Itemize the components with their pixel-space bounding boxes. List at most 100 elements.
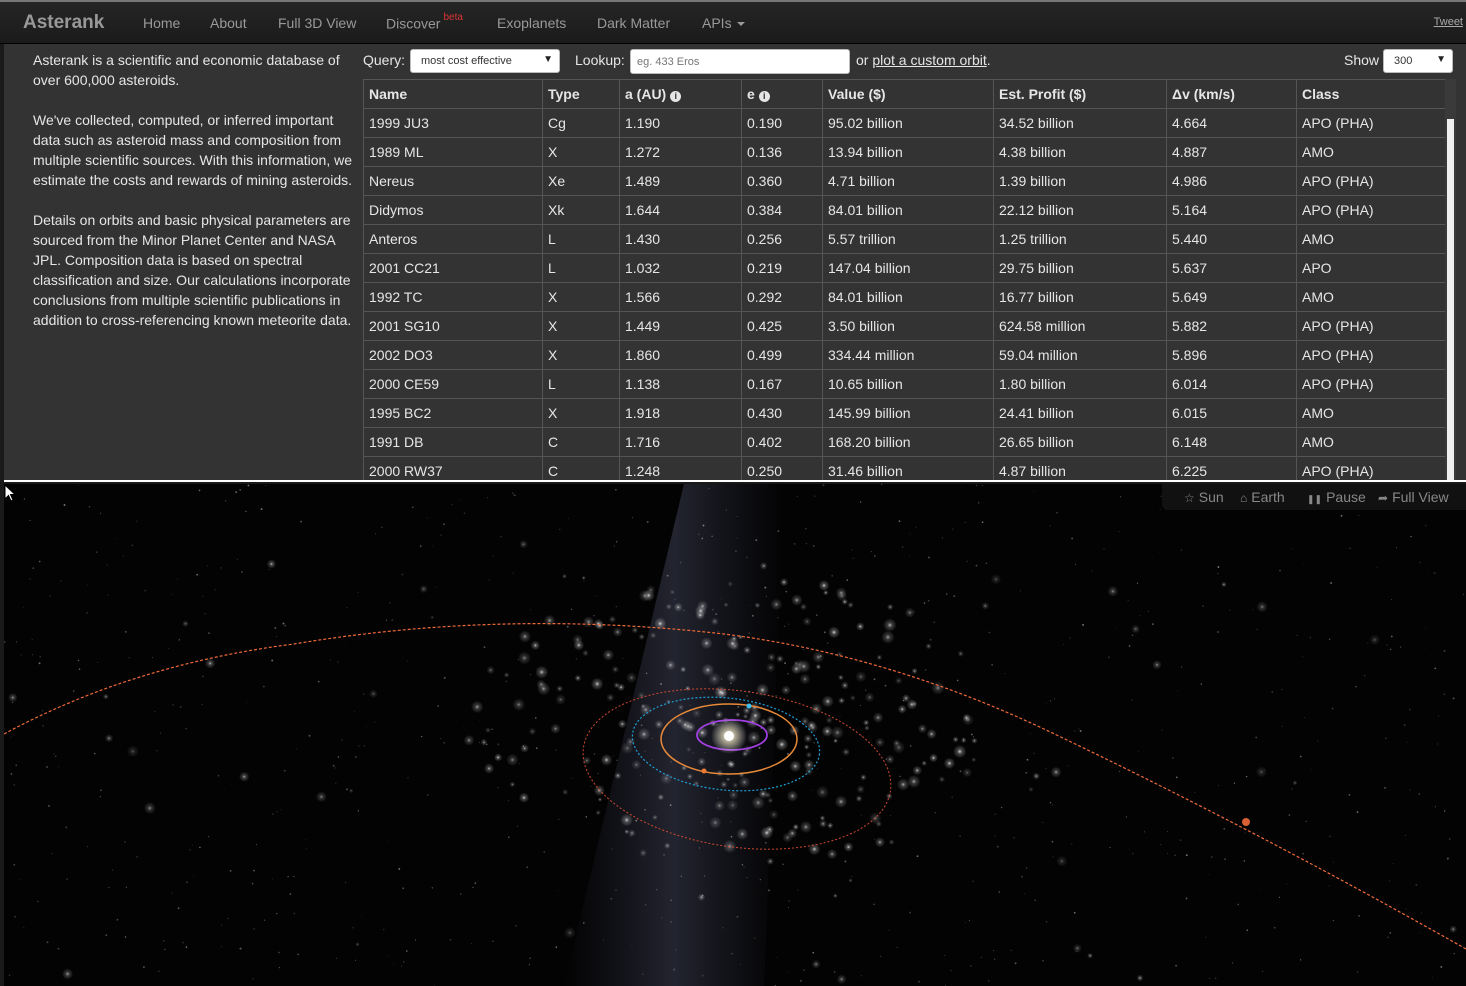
nav-about[interactable]: About bbox=[210, 15, 247, 31]
background-star bbox=[407, 660, 409, 662]
orbit-3d-view[interactable]: ☆ Sun ⌂ Earth ❚❚ Pause ➦ Full View bbox=[4, 484, 1466, 986]
background-star bbox=[951, 796, 954, 799]
table-row[interactable]: 1991 DB C 1.716 0.402 168.20 billion 26.65 bi… bbox=[363, 427, 1445, 457]
background-star bbox=[1302, 656, 1304, 658]
table-row[interactable]: 2000 RW37 C 1.248 0.250 31.46 billion 4.87 bi… bbox=[363, 456, 1445, 480]
background-star bbox=[172, 704, 174, 706]
cell-delta-v: 6.014 bbox=[1166, 369, 1297, 399]
background-star bbox=[555, 946, 558, 948]
background-star bbox=[1256, 628, 1258, 630]
nav-dark-matter[interactable]: Dark Matter bbox=[597, 15, 670, 31]
col-header-profit[interactable]: Est. Profit ($) bbox=[993, 79, 1167, 109]
asteroid-point bbox=[726, 637, 739, 650]
scrollbar-thumb[interactable] bbox=[1447, 119, 1454, 480]
table-row[interactable]: 1995 BC2 X 1.918 0.430 145.99 billion 24.41 b… bbox=[363, 398, 1445, 428]
asteroid-point bbox=[543, 614, 556, 627]
info-icon[interactable]: i bbox=[758, 91, 770, 102]
background-star bbox=[1273, 926, 1276, 929]
asteroid-point bbox=[849, 695, 856, 701]
full-view-button[interactable]: ➦ Full View bbox=[1378, 489, 1449, 505]
background-star bbox=[884, 684, 887, 687]
nav-apis-dropdown[interactable]: APIs bbox=[702, 15, 745, 31]
plot-custom-orbit-link[interactable]: plot a custom orbit bbox=[872, 52, 986, 68]
asteroid-point bbox=[926, 728, 937, 740]
table-row[interactable]: Didymos Xk 1.644 0.384 84.01 billion 22.12 bi… bbox=[363, 195, 1445, 225]
background-star bbox=[964, 922, 966, 924]
asteroid-point bbox=[808, 843, 821, 856]
table-row[interactable]: 1999 JU3 Cg 1.190 0.190 95.02 billion 34.52 b… bbox=[363, 108, 1445, 138]
table-row[interactable]: 2001 SG10 X 1.449 0.425 3.50 billion 624.58 m… bbox=[363, 311, 1445, 341]
table-row[interactable]: Anteros L 1.430 0.256 5.57 trillion 1.25 tril… bbox=[363, 224, 1445, 254]
background-star bbox=[755, 539, 758, 542]
nav-exoplanets[interactable]: Exoplanets bbox=[497, 15, 566, 31]
background-star bbox=[99, 512, 102, 514]
table-row[interactable]: 1989 ML X 1.272 0.136 13.94 billion 4.38 bill… bbox=[363, 137, 1445, 167]
cell-type: X bbox=[542, 311, 620, 341]
query-select[interactable]: most cost effective ▼ bbox=[410, 49, 560, 73]
show-count-select[interactable]: 300 ▼ bbox=[1383, 49, 1453, 73]
nav-discover[interactable]: Discover beta bbox=[386, 12, 463, 32]
table-row[interactable]: 2001 CC21 L 1.032 0.219 147.04 billion 29.75 … bbox=[363, 253, 1445, 283]
cell-name: 2000 RW37 bbox=[363, 456, 543, 480]
tweet-link[interactable]: Tweet bbox=[1434, 16, 1463, 28]
background-star bbox=[178, 639, 180, 641]
brand-logo[interactable]: Asterank bbox=[23, 12, 104, 34]
background-star bbox=[1074, 730, 1076, 732]
beta-badge: beta bbox=[443, 12, 463, 23]
sun-button[interactable]: ☆ Sun bbox=[1184, 489, 1224, 505]
background-star bbox=[227, 917, 229, 920]
background-star bbox=[1052, 856, 1054, 858]
pause-button[interactable]: ❚❚ Pause bbox=[1307, 489, 1366, 505]
cell-delta-v: 6.148 bbox=[1166, 427, 1297, 457]
asteroid-point bbox=[528, 727, 537, 736]
background-star bbox=[400, 965, 403, 967]
nav-home[interactable]: Home bbox=[143, 15, 180, 31]
background-star bbox=[1288, 814, 1291, 816]
background-star bbox=[927, 599, 930, 602]
background-star bbox=[15, 764, 17, 766]
space-canvas[interactable] bbox=[4, 484, 1466, 986]
background-star bbox=[252, 978, 254, 980]
earth-button[interactable]: ⌂ Earth bbox=[1240, 489, 1285, 505]
asteroid-point bbox=[714, 710, 724, 720]
asteroid-point bbox=[957, 650, 964, 657]
cell-name: 1991 DB bbox=[363, 427, 543, 457]
col-header-class[interactable]: Class bbox=[1296, 79, 1445, 109]
asteroid-point bbox=[962, 767, 973, 778]
col-header-type[interactable]: Type bbox=[542, 79, 620, 109]
info-icon[interactable]: i bbox=[670, 91, 682, 102]
mars-marker bbox=[701, 768, 707, 774]
table-row[interactable]: 2002 DO3 X 1.860 0.499 334.44 million 59.04 m… bbox=[363, 340, 1445, 370]
asteroid-panel: Asterank is a scientific and economic da… bbox=[4, 44, 1466, 482]
table-row[interactable]: 2000 CE59 L 1.138 0.167 10.65 billion 1.80 bi… bbox=[363, 369, 1445, 399]
asteroid-point bbox=[872, 712, 884, 723]
background-star bbox=[656, 888, 658, 891]
background-star bbox=[1388, 880, 1391, 882]
asteroid-point bbox=[874, 837, 886, 848]
background-star bbox=[440, 534, 442, 536]
selected-asteroid-marker[interactable] bbox=[1242, 818, 1250, 826]
col-header-name[interactable]: Name bbox=[363, 79, 543, 109]
col-header-delta-v[interactable]: Δv (km/s) bbox=[1166, 79, 1297, 109]
lookup-input[interactable] bbox=[630, 49, 850, 74]
background-star bbox=[250, 502, 252, 504]
background-star bbox=[644, 750, 646, 752]
background-star bbox=[271, 878, 273, 880]
table-scrollbar[interactable] bbox=[1445, 79, 1456, 480]
background-star bbox=[337, 661, 339, 663]
background-star bbox=[1175, 964, 1178, 967]
table-row[interactable]: 1992 TC X 1.566 0.292 84.01 billion 16.77 bil… bbox=[363, 282, 1445, 312]
background-star bbox=[116, 925, 118, 927]
cell-value: 10.65 billion bbox=[822, 369, 994, 399]
nav-full-3d-view[interactable]: Full 3D View bbox=[278, 15, 356, 31]
col-header-e[interactable]: ei bbox=[741, 79, 823, 109]
background-star bbox=[823, 631, 826, 634]
background-star bbox=[1073, 911, 1076, 914]
col-header-a[interactable]: a (AU) i bbox=[619, 79, 742, 109]
background-star bbox=[651, 759, 653, 761]
col-header-value[interactable]: Value ($) bbox=[822, 79, 994, 109]
background-star bbox=[543, 851, 545, 853]
asteroid-point bbox=[855, 671, 867, 683]
table-row[interactable]: Nereus Xe 1.489 0.360 4.71 billion 1.39 billi… bbox=[363, 166, 1445, 196]
asteroid-point bbox=[550, 723, 561, 734]
